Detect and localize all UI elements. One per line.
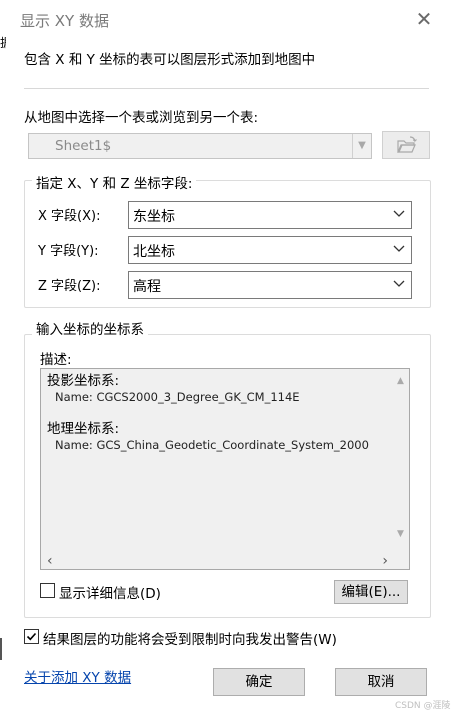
- coordinate-system-title: 输入坐标的坐标系: [32, 318, 148, 338]
- scroll-up-icon[interactable]: ▲: [395, 376, 406, 387]
- watermark: CSDN @涯陵: [395, 701, 451, 711]
- z-field-select[interactable]: 高程: [128, 271, 412, 299]
- z-field-label: Z 字段(Z):: [38, 279, 101, 294]
- table-select-value: Sheet1$: [55, 138, 112, 154]
- geographic-title: 地理坐标系:: [47, 421, 120, 437]
- chevron-down-icon[interactable]: [393, 242, 405, 254]
- fields-group-title: 指定 X、Y 和 Z 坐标字段:: [32, 172, 197, 192]
- description-content: 投影坐标系: Name: CGCS2000_3_Degree_GK_CM_114…: [47, 373, 377, 453]
- edit-button[interactable]: 编辑(E)...: [334, 580, 408, 604]
- y-field-label: Y 字段(Y):: [38, 244, 99, 259]
- cancel-button[interactable]: 取消: [335, 668, 427, 696]
- projected-name: Name: CGCS2000_3_Degree_GK_CM_114E: [55, 390, 300, 404]
- coordinate-description-box[interactable]: 投影坐标系: Name: CGCS2000_3_Degree_GK_CM_114…: [40, 368, 410, 570]
- chevron-down-icon[interactable]: [393, 207, 405, 219]
- scroll-down-icon[interactable]: ▼: [395, 529, 406, 540]
- chevron-down-icon[interactable]: ▼: [352, 134, 371, 158]
- about-link[interactable]: 关于添加 XY 数据: [24, 666, 131, 686]
- vertical-scrollbar[interactable]: ▲ ▼: [392, 369, 409, 551]
- x-field-label: X 字段(X):: [38, 209, 101, 224]
- show-details-checkbox[interactable]: [40, 583, 55, 598]
- y-field-select[interactable]: 北坐标: [128, 236, 412, 264]
- background-window-edge: 据(: [0, 34, 6, 52]
- warn-checkbox[interactable]: [24, 629, 39, 644]
- scroll-right-icon[interactable]: ›: [382, 553, 388, 569]
- close-icon[interactable]: ✕: [411, 6, 437, 32]
- x-field-select[interactable]: 东坐标: [128, 201, 412, 229]
- intro-text: 包含 X 和 Y 坐标的表可以图层形式添加到地图中: [24, 52, 316, 68]
- table-picker-label: 从地图中选择一个表或浏览到另一个表:: [24, 110, 259, 126]
- scroll-left-icon[interactable]: ‹: [47, 553, 53, 569]
- ok-button[interactable]: 确定: [213, 668, 305, 696]
- geographic-name: Name: GCS_China_Geodetic_Coordinate_Syst…: [55, 438, 369, 452]
- horizontal-scrollbar[interactable]: ‹ ›: [41, 552, 392, 569]
- x-field-value: 东坐标: [133, 209, 175, 225]
- warn-label: 结果图层的功能将会受到限制时向我发出警告(W): [43, 632, 337, 648]
- separator: [24, 88, 429, 89]
- projected-title: 投影坐标系:: [47, 373, 120, 389]
- browse-button[interactable]: [382, 131, 430, 159]
- window-title: 显示 XY 数据: [20, 12, 109, 30]
- y-field-value: 北坐标: [133, 244, 175, 260]
- chevron-down-icon[interactable]: [393, 277, 405, 289]
- checkmark-icon: [26, 632, 37, 641]
- z-field-value: 高程: [133, 279, 161, 295]
- show-details-label: 显示详细信息(D): [59, 586, 161, 602]
- open-folder-icon: [397, 136, 417, 153]
- background-window-edge-marker: [0, 638, 6, 660]
- table-select[interactable]: Sheet1$ ▼: [28, 133, 372, 159]
- description-label: 描述:: [40, 352, 72, 368]
